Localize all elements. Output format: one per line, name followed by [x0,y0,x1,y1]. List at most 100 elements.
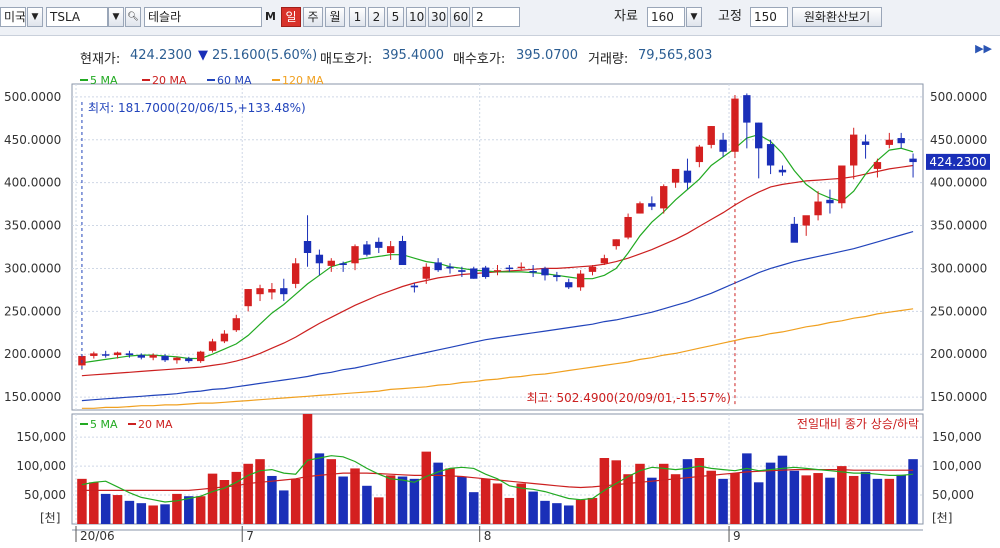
volume-bar [195,496,206,524]
price-change: 25.1600(5.60%) [212,48,318,63]
x-tick-label: 8 [484,529,492,543]
volume-bar [848,475,859,524]
volume-bar [77,478,87,524]
volume-tick-left: 150,000 [16,430,66,444]
volume-bar [89,482,99,524]
candle-body [327,260,335,266]
price-tick-right: 500.0000 [930,90,987,104]
interval-input[interactable]: 2 [472,7,520,27]
volume-bar [742,453,752,524]
volume-bar [267,475,277,524]
volume-bar [469,492,479,524]
price-tick-left: 150.0000 [4,390,61,404]
data-count-input[interactable]: 160 [647,7,685,27]
volume-bar [706,470,716,524]
current-price-tag-label: 424.2300 [929,155,986,169]
volume-bar [753,482,764,524]
tab-minute-30[interactable]: 30 [428,7,448,27]
volume-bar [492,483,503,524]
volume-tick-left: 100,000 [16,459,66,473]
volume-bar [172,493,182,524]
candle-body [291,263,300,284]
candle-body [612,239,620,247]
volume-bar [480,478,491,524]
fixed-count-input[interactable]: 150 [750,7,788,27]
candle-body [470,268,478,279]
volume-bar [896,474,906,524]
tab-minute-5[interactable]: 5 [387,7,404,27]
tab-monthly[interactable]: 월 [325,7,345,27]
price-tick-right: 400.0000 [930,176,987,190]
symbol-input[interactable]: TSLA [46,7,108,27]
candle-body [565,282,573,288]
price-tick-left: 350.0000 [4,219,61,233]
candle-body [220,333,229,342]
tab-minute-1[interactable]: 1 [349,7,366,27]
volume-bar [563,505,574,524]
candle-body [909,158,917,163]
candle-body [375,241,383,248]
candle-body [743,95,751,123]
candle-body [505,267,514,270]
volume-bar [255,459,265,524]
tab-weekly[interactable]: 주 [303,7,323,27]
panel-collapse-icon[interactable]: ▶▶ [975,42,992,55]
market-dropdown-icon[interactable]: ▼ [27,7,43,27]
volume-bar [290,478,301,524]
candle-body [196,351,205,362]
candle-body [719,139,727,152]
candle-body [624,216,632,238]
candle-body [838,165,846,204]
market-select[interactable]: 미국 [0,7,26,27]
volume-bar [884,478,895,524]
price-tick-left: 300.0000 [4,261,61,275]
min-price-note: 최저: 181.7000(20/06/15,+133.48%) [88,101,306,115]
volume-bar [504,497,515,524]
candle-body [280,288,288,295]
x-tick-label: 9 [733,529,741,543]
tab-minute-10[interactable]: 10 [406,7,426,27]
candle-body [850,134,858,166]
candle-body [707,126,715,145]
tab-minute-60[interactable]: 60 [450,7,470,27]
volume-bar [279,490,289,524]
price-plot-frame [71,83,924,411]
candle-body [766,144,775,166]
candle-body [125,353,134,356]
trading-volume: 79,565,803 [638,48,713,63]
price-tick-right: 200.0000 [930,347,987,361]
volume-bar [136,503,147,524]
volume-bar [801,475,811,524]
volume-bar [587,497,598,524]
tab-daily[interactable]: 일 [281,7,301,27]
volume-tick-right: 150,000 [932,430,982,444]
data-count-label: 자료 [614,9,638,24]
legend-label: 5 MA [90,74,118,87]
volume-bar [765,462,776,524]
krw-convert-button[interactable]: 원화환산보기 [792,7,882,27]
search-icon[interactable]: 🔍︎ [125,7,141,27]
candle-body [671,168,680,183]
candle-body [458,270,466,272]
legend-label: 60 MA [217,74,252,87]
stock-name-field: 테슬라 [144,7,262,27]
volume-bar [575,499,586,524]
candle-body [446,266,454,269]
stock-chart: 500.0000 500.0000 450.0000 450.0000 400.0000… [4,74,990,543]
price-tick-right: 350.0000 [930,219,987,233]
tab-minute-2[interactable]: 2 [368,7,385,27]
volume-tick-left: 50,000 [24,488,66,502]
symbol-dropdown-icon[interactable]: ▼ [108,7,124,27]
volume-bar [314,453,325,524]
current-price: 424.2300 [130,48,193,63]
data-count-dropdown-icon[interactable]: ▼ [686,7,702,27]
x-axis: 20/06 7 8 9 [72,526,923,543]
volume-bar [100,493,111,524]
candle-body [422,266,430,279]
price-tick-right: 300.0000 [930,261,987,275]
volume-bar [243,463,253,524]
volume-bar [528,491,538,524]
volume-bar [611,460,621,524]
candle-body [208,341,217,351]
candle-body [660,186,668,209]
